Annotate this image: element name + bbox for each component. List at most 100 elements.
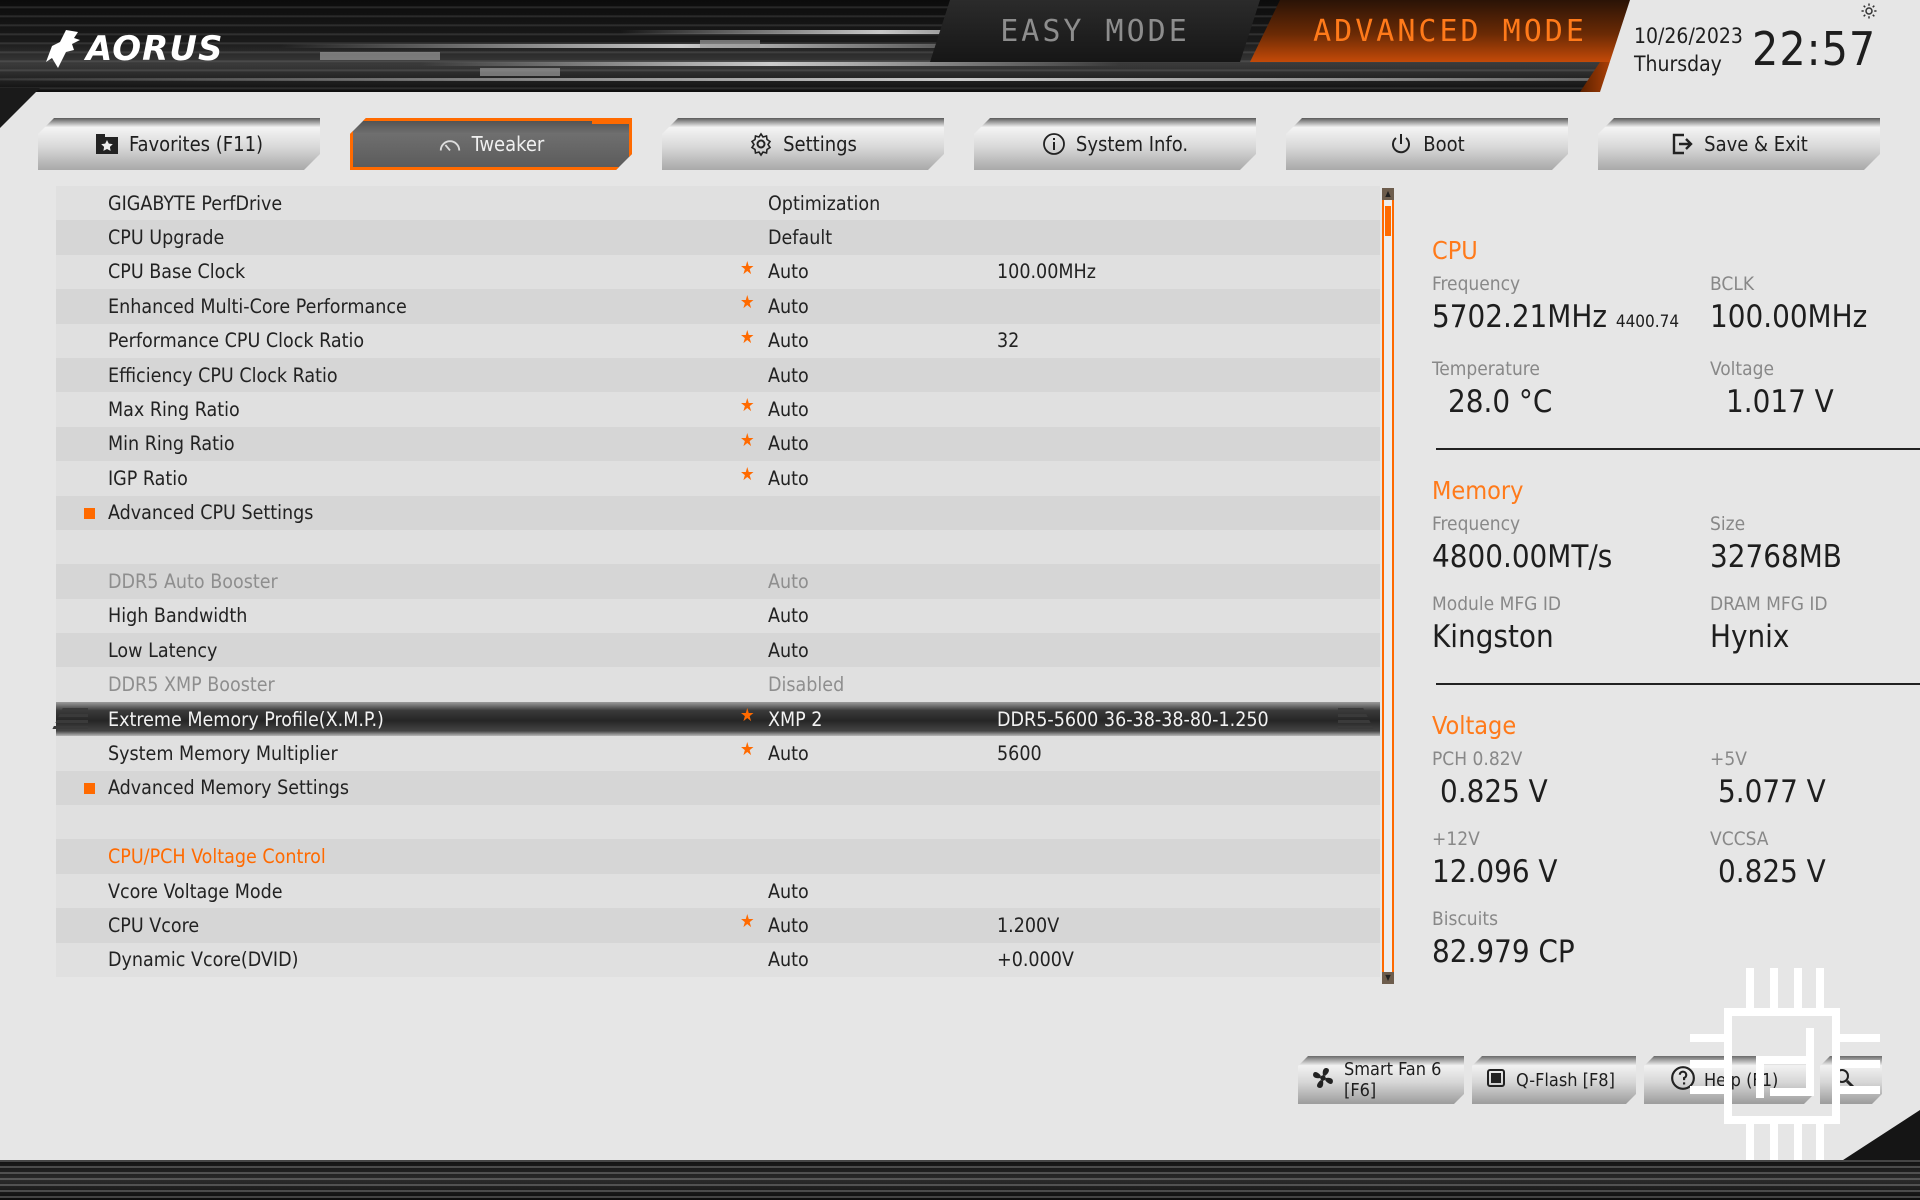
- memory-dram-mfg: DRAM MFG ID Hynix: [1710, 593, 1920, 659]
- q-flash-button[interactable]: Q-Flash [F8]: [1472, 1056, 1636, 1104]
- cpu-frequency-value: 5702.21MHz: [1432, 299, 1607, 335]
- setting-label: DDR5 XMP Booster: [108, 673, 275, 697]
- scroll-up-arrow-icon[interactable]: ▲: [1382, 188, 1394, 200]
- setting-current: +0.000V: [997, 948, 1074, 972]
- tab-settings[interactable]: Settings: [662, 118, 944, 170]
- setting-row-eff-cpu-ratio[interactable]: Efficiency CPU Clock Ratio Auto: [56, 357, 1380, 393]
- setting-label: Low Latency: [108, 638, 218, 662]
- setting-row-igp-ratio[interactable]: IGP Ratio ★ Auto: [56, 461, 1380, 496]
- setting-value[interactable]: Auto: [768, 260, 809, 283]
- setting-row-cpu-vcore[interactable]: CPU Vcore ★ Auto 1.200V: [56, 908, 1380, 943]
- setting-row-cpu-base-clock[interactable]: CPU Base Clock ★ Auto 100.00MHz: [56, 254, 1380, 290]
- setting-value[interactable]: Auto: [768, 604, 809, 627]
- selection-decoration: [52, 707, 88, 730]
- star-icon: ★: [740, 704, 755, 726]
- setting-row-vcore-mode[interactable]: Vcore Voltage Mode Auto: [56, 873, 1380, 909]
- scroll-thumb[interactable]: [1385, 206, 1391, 236]
- setting-row-min-ring[interactable]: Min Ring Ratio ★ Auto: [56, 426, 1380, 462]
- setting-value[interactable]: Optimization: [768, 192, 880, 215]
- power-icon: [1389, 132, 1413, 156]
- star-icon: ★: [740, 395, 755, 417]
- search-icon: [1832, 1066, 1856, 1095]
- tab-label: Tweaker: [471, 132, 545, 156]
- setting-value[interactable]: Auto: [768, 398, 809, 421]
- voltage-12v: +12V 12.096 V: [1432, 828, 1710, 894]
- setting-row-mem-multiplier[interactable]: System Memory Multiplier ★ Auto 5600: [56, 736, 1380, 771]
- setting-value[interactable]: Auto: [768, 329, 809, 352]
- tab-tweaker[interactable]: Tweaker: [350, 118, 632, 170]
- memory-frequency: Frequency 4800.00MT/s: [1432, 513, 1710, 579]
- weekday-text: Thursday: [1634, 52, 1722, 76]
- stat-label: VCCSA: [1710, 828, 1769, 850]
- setting-value[interactable]: Auto: [768, 948, 809, 971]
- stat-value: 0.825 V: [1718, 854, 1826, 890]
- setting-row-low-latency[interactable]: Low Latency Auto: [56, 633, 1380, 668]
- easy-mode-button[interactable]: EASY MODE: [930, 0, 1260, 62]
- cpu-section-title: CPU: [1432, 236, 1478, 265]
- submenu-bullet-icon: [84, 782, 95, 794]
- stat-value: 0.825 V: [1440, 774, 1548, 810]
- setting-value[interactable]: Default: [768, 226, 832, 249]
- stat-value: 5.077 V: [1718, 774, 1826, 810]
- setting-label: CPU Base Clock: [108, 260, 246, 284]
- submenu-bullet-icon: [84, 507, 95, 519]
- tab-save-exit[interactable]: Save & Exit: [1598, 118, 1880, 170]
- setting-value: Auto: [768, 569, 809, 593]
- speedometer-icon: [438, 132, 462, 156]
- setting-current: DDR5-5600 36-38-38-80-1.250: [997, 707, 1269, 731]
- setting-row-high-bandwidth[interactable]: High Bandwidth Auto: [56, 598, 1380, 634]
- setting-row-perf-cpu-ratio[interactable]: Performance CPU Clock Ratio ★ Auto 32: [56, 323, 1380, 358]
- scroll-down-arrow-icon[interactable]: ▼: [1382, 972, 1394, 984]
- hardware-monitor-panel: CPU Frequency 5702.21MHz 4400.74 BCLK 10…: [1432, 236, 1920, 984]
- star-icon: ★: [740, 464, 755, 486]
- setting-row-max-ring[interactable]: Max Ring Ratio ★ Auto: [56, 392, 1380, 427]
- submenu-advanced-cpu[interactable]: Advanced CPU Settings: [56, 495, 1380, 530]
- setting-current: 1.200V: [997, 913, 1060, 937]
- gear-icon[interactable]: [1860, 2, 1878, 20]
- tab-favorites[interactable]: Favorites (F11): [38, 118, 320, 170]
- setting-value[interactable]: Auto: [768, 467, 809, 490]
- voltage-pch: PCH 0.82V 0.825 V: [1432, 748, 1710, 814]
- setting-row-dvid[interactable]: Dynamic Vcore(DVID) Auto +0.000V: [56, 942, 1380, 977]
- setting-value[interactable]: Auto: [768, 639, 809, 662]
- voltage-section-title: Voltage: [1432, 711, 1517, 740]
- setting-value[interactable]: Auto: [768, 914, 809, 937]
- setting-value[interactable]: Auto: [768, 364, 809, 387]
- setting-value[interactable]: Auto: [768, 432, 809, 455]
- setting-row-enhanced-multicore[interactable]: Enhanced Multi-Core Performance ★ Auto: [56, 289, 1380, 324]
- smart-fan-button[interactable]: Smart Fan 6 [F6]: [1298, 1056, 1464, 1104]
- star-folder-icon: [95, 132, 119, 156]
- submenu-advanced-memory[interactable]: Advanced Memory Settings: [56, 770, 1380, 806]
- tab-boot[interactable]: Boot: [1286, 118, 1568, 170]
- advanced-mode-label: ADVANCED MODE: [1313, 13, 1587, 49]
- setting-row-xmp[interactable]: Extreme Memory Profile(X.M.P.) ★ XMP 2 D…: [52, 701, 1380, 737]
- setting-current: 32: [997, 329, 1020, 353]
- setting-value[interactable]: XMP 2: [768, 708, 822, 731]
- date-text: 10/26/2023: [1634, 24, 1743, 48]
- setting-value[interactable]: Auto: [768, 295, 809, 318]
- setting-value[interactable]: Auto: [768, 880, 809, 903]
- selection-decoration: [1338, 707, 1374, 730]
- voltage-biscuits: Biscuits 82.979 CP: [1432, 908, 1710, 974]
- list-scrollbar[interactable]: ▲ ▼: [1382, 188, 1394, 984]
- memory-stats: Frequency 4800.00MT/s Size 32768MB Modul…: [1432, 513, 1920, 669]
- help-button[interactable]: Help (F1): [1644, 1056, 1814, 1104]
- cpu-bclk: BCLK 100.00MHz: [1710, 273, 1920, 344]
- setting-value[interactable]: Auto: [768, 742, 809, 765]
- setting-row-ddr5-auto-booster: DDR5 Auto Booster Auto: [56, 564, 1380, 599]
- setting-label: Extreme Memory Profile(X.M.P.): [108, 707, 384, 731]
- search-button[interactable]: [1820, 1056, 1882, 1104]
- tab-system-info[interactable]: System Info.: [974, 118, 1256, 170]
- footer-bar: [0, 1160, 1920, 1200]
- setting-row-cpu-upgrade[interactable]: CPU Upgrade Default: [56, 220, 1380, 255]
- setting-row-perfdrive[interactable]: GIGABYTE PerfDrive Optimization: [56, 186, 1380, 221]
- easy-mode-label: EASY MODE: [1000, 13, 1190, 49]
- stat-value: Kingston: [1432, 619, 1554, 655]
- cpu-stats: Frequency 5702.21MHz 4400.74 BCLK 100.00…: [1432, 273, 1920, 434]
- time-display: 22:57: [1752, 22, 1877, 76]
- setting-label: Enhanced Multi-Core Performance: [108, 294, 407, 318]
- setting-current: 100.00MHz: [997, 260, 1096, 284]
- advanced-mode-button[interactable]: ADVANCED MODE: [1250, 0, 1650, 62]
- divider: [1436, 683, 1920, 685]
- setting-label: High Bandwidth: [108, 604, 248, 628]
